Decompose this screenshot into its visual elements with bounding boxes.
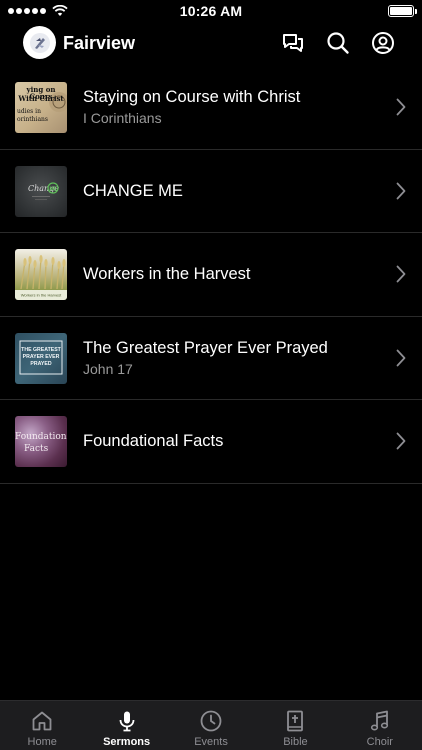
tab-choir[interactable]: Choir [338, 701, 422, 750]
sermon-row[interactable]: Foundation Facts Foundational Facts [0, 400, 422, 484]
tab-label: Events [194, 736, 228, 748]
status-bar: 10:26 AM [0, 0, 422, 22]
chevron-right-icon [396, 182, 406, 200]
chat-icon[interactable] [281, 31, 305, 55]
app-header: Fairview [0, 24, 422, 64]
sermon-row[interactable]: ying on Cours With Christ udies in orint… [0, 66, 422, 150]
sermon-row[interactable]: Change ME CHANGE ME [0, 150, 422, 233]
church-logo[interactable] [23, 26, 56, 59]
sermon-title: Staying on Course with Christ [83, 88, 301, 106]
svg-text:ME: ME [50, 186, 58, 192]
logo-mark-icon [29, 32, 50, 53]
tab-bible[interactable]: Bible [253, 701, 337, 750]
sermon-subtitle: I Corinthians [83, 110, 162, 126]
bible-icon [283, 709, 307, 733]
thumbnail-caption: With Christ [18, 94, 64, 103]
sermon-row[interactable]: Workers in the Harvest Workers in the Ha… [0, 233, 422, 317]
app-title: Fairview [63, 33, 136, 53]
status-time: 10:26 AM [179, 3, 243, 19]
sermon-subtitle: John 17 [83, 360, 133, 377]
sermon-thumbnail: Workers in the Harvest [15, 249, 67, 300]
search-icon[interactable] [326, 31, 350, 55]
tab-events[interactable]: Events [169, 701, 253, 750]
sermon-thumbnail: THE GREATEST PRAYER EVER PRAYED [15, 332, 67, 384]
tab-sermons[interactable]: Sermons [84, 701, 168, 750]
sermon-title: Workers in the Harvest [83, 265, 251, 283]
tab-label: Choir [366, 736, 393, 748]
profile-icon[interactable] [371, 31, 395, 55]
svg-text:THE GREATEST: THE GREATEST [21, 347, 62, 353]
chevron-right-icon [396, 349, 406, 367]
sermon-thumbnail: Change ME [15, 165, 67, 217]
tab-label: Sermons [103, 736, 151, 748]
microphone-icon [115, 709, 139, 733]
tab-label: Home [27, 736, 57, 748]
svg-text:Facts: Facts [24, 444, 49, 454]
svg-text:Workers in the Harvest: Workers in the Harvest [21, 293, 62, 298]
sermon-row[interactable]: THE GREATEST PRAYER EVER PRAYED The Grea… [0, 317, 422, 400]
sermon-thumbnail: ying on Cours With Christ udies in orint… [15, 82, 67, 133]
thumbnail-caption: udies in [17, 108, 41, 115]
svg-text:PRAYED: PRAYED [30, 361, 51, 367]
tab-label: Bible [283, 736, 308, 748]
clock-icon [199, 709, 223, 733]
chevron-right-icon [396, 432, 406, 450]
music-note-icon [368, 709, 392, 733]
chevron-right-icon [396, 98, 406, 116]
thumbnail-caption: orinthians [17, 116, 48, 123]
battery-icon [388, 5, 417, 17]
home-icon [30, 709, 54, 733]
sermon-list: ying on Cours With Christ udies in orint… [0, 66, 422, 484]
tab-bar: Home Sermons Events Bible Choir [0, 700, 422, 750]
sermon-thumbnail: Foundation Facts [15, 416, 67, 467]
svg-text:Foundation: Foundation [15, 432, 67, 442]
sermon-title: Foundational Facts [83, 432, 224, 450]
tab-home[interactable]: Home [0, 701, 84, 750]
svg-text:PRAYER EVER: PRAYER EVER [23, 354, 60, 360]
sermon-title: The Greatest Prayer Ever Prayed [83, 338, 328, 357]
chevron-right-icon [396, 265, 406, 283]
sermon-title: CHANGE ME [83, 181, 183, 200]
